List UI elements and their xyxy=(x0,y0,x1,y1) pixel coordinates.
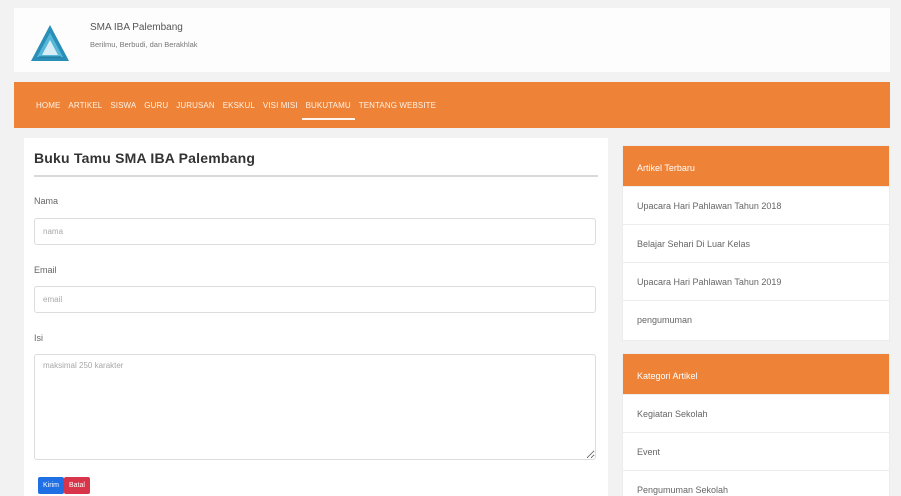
name-label: Nama xyxy=(34,196,59,206)
guestbook-panel: Buku Tamu SMA IBA Palembang Nama Email I… xyxy=(24,138,608,496)
nav-item-visi-misi[interactable]: VISI MISI xyxy=(263,101,298,110)
title-divider xyxy=(34,175,598,177)
category-link[interactable]: Kegiatan Sekolah xyxy=(623,394,889,432)
site-tagline: Berilmu, Berbudi, dan Berakhlak xyxy=(90,40,198,49)
email-label: Email xyxy=(34,265,57,275)
nav-item-artikel[interactable]: ARTIKEL xyxy=(68,101,102,110)
nav-item-guru[interactable]: GURU xyxy=(144,101,168,110)
name-input[interactable] xyxy=(34,218,596,245)
nav-item-jurusan[interactable]: JURUSAN xyxy=(176,101,214,110)
latest-articles-heading: Artikel Terbaru xyxy=(623,146,889,186)
school-logo-icon[interactable] xyxy=(30,24,70,62)
nav-item-bukutamu[interactable]: BUKUTAMU xyxy=(301,101,355,120)
category-link[interactable]: Event xyxy=(623,432,889,470)
nav-item-siswa[interactable]: SISWA xyxy=(110,101,136,110)
cancel-button[interactable]: Batal xyxy=(64,477,90,494)
nav-item-home[interactable]: HOME xyxy=(36,101,60,110)
latest-articles-card: Artikel Terbaru Upacara Hari Pahlawan Ta… xyxy=(622,145,890,341)
latest-article-link[interactable]: Upacara Hari Pahlawan Tahun 2018 xyxy=(623,186,889,224)
nav-item-tentang-website[interactable]: TENTANG WEBSITE xyxy=(359,101,436,110)
nav-menu: HOME ARTIKEL SISWA GURU JURUSAN EKSKUL V… xyxy=(36,101,444,120)
message-label: Isi xyxy=(34,333,43,343)
categories-card: Kategori Artikel Kegiatan Sekolah Event … xyxy=(622,353,890,496)
category-link[interactable]: Pengumuman Sekolah xyxy=(623,470,889,496)
page-title: Buku Tamu SMA IBA Palembang xyxy=(34,150,256,166)
send-button[interactable]: Kirim xyxy=(38,477,64,494)
site-title: SMA IBA Palembang xyxy=(90,22,183,33)
categories-heading: Kategori Artikel xyxy=(623,354,889,394)
email-input[interactable] xyxy=(34,286,596,313)
latest-article-link[interactable]: Upacara Hari Pahlawan Tahun 2019 xyxy=(623,262,889,300)
latest-article-link[interactable]: pengumuman xyxy=(623,300,889,338)
main-navbar: HOME ARTIKEL SISWA GURU JURUSAN EKSKUL V… xyxy=(14,82,890,128)
nav-item-ekskul[interactable]: EKSKUL xyxy=(223,101,255,110)
site-header: SMA IBA Palembang Berilmu, Berbudi, dan … xyxy=(14,8,890,72)
message-textarea[interactable] xyxy=(34,354,596,460)
latest-article-link[interactable]: Belajar Sehari Di Luar Kelas xyxy=(623,224,889,262)
